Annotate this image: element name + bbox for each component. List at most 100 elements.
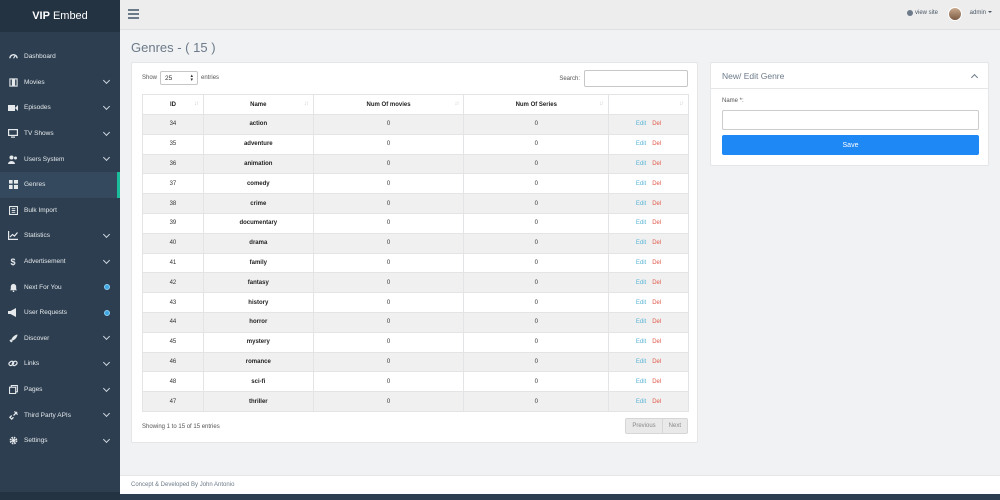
edit-link[interactable]: Edit bbox=[636, 240, 646, 246]
cell-name: drama bbox=[202, 232, 314, 254]
column-header-name[interactable]: Name ↓↑ bbox=[202, 94, 314, 115]
cell-series: 0 bbox=[463, 193, 610, 214]
edit-link[interactable]: Edit bbox=[636, 319, 646, 325]
edit-link[interactable]: Edit bbox=[636, 220, 646, 226]
delete-link[interactable]: Del bbox=[652, 220, 661, 226]
sidebar-item-episodes[interactable]: Episodes bbox=[0, 95, 120, 121]
sidebar-item-dashboard[interactable]: Dashboard bbox=[0, 44, 120, 70]
menu-toggle-icon[interactable] bbox=[128, 9, 139, 19]
delete-link[interactable]: Del bbox=[652, 339, 661, 345]
cell-movies: 0 bbox=[312, 351, 465, 373]
delete-link[interactable]: Del bbox=[652, 280, 661, 286]
sidebar-item-next-for-you[interactable]: Next For You bbox=[0, 274, 120, 300]
user-menu[interactable]: admin bbox=[970, 10, 992, 16]
cell-actions: Edit Del bbox=[608, 212, 689, 234]
sidebar-item-genres[interactable]: Genres bbox=[0, 171, 120, 198]
sidebar-item-pages[interactable]: Pages bbox=[0, 377, 120, 403]
sidebar-item-tv-shows[interactable]: TV Shows bbox=[0, 121, 120, 147]
delete-link[interactable]: Del bbox=[652, 260, 661, 266]
brand-bold: VIP bbox=[32, 10, 50, 22]
delete-link[interactable]: Del bbox=[652, 161, 661, 167]
edit-link[interactable]: Edit bbox=[636, 280, 646, 286]
table-row: 45 mystery 0 0 Edit Del bbox=[142, 331, 689, 353]
chevron-down-icon bbox=[102, 154, 111, 162]
edit-link[interactable]: Edit bbox=[636, 339, 646, 345]
table-row: 46 romance 0 0 Edit Del bbox=[142, 351, 689, 373]
chevron-down-icon bbox=[102, 77, 111, 85]
table-row: 47 thriller 0 0 Edit Del bbox=[142, 391, 689, 412]
avatar[interactable] bbox=[948, 7, 962, 21]
chevron-down-icon bbox=[102, 256, 111, 264]
genres-table-card: Show 25 ▴ ▾ entries Search: ID ↓↑ Name ↓↑ N… bbox=[131, 62, 698, 443]
column-header-id[interactable]: ID ↓↑ bbox=[142, 94, 204, 115]
sidebar-item-settings[interactable]: Settings bbox=[0, 428, 120, 454]
delete-link[interactable]: Del bbox=[652, 379, 661, 385]
delete-link[interactable]: Del bbox=[652, 121, 661, 127]
sidebar-item-user-requests[interactable]: User Requests bbox=[0, 300, 120, 326]
edit-link[interactable]: Edit bbox=[636, 300, 646, 306]
delete-link[interactable]: Del bbox=[652, 181, 661, 187]
sidebar-item-movies[interactable]: Movies bbox=[0, 70, 120, 96]
delete-link[interactable]: Del bbox=[652, 240, 661, 246]
column-header-actions[interactable]: ↓↑ bbox=[608, 94, 689, 115]
delete-link[interactable]: Del bbox=[652, 359, 661, 365]
sidebar-item-users-system[interactable]: Users System bbox=[0, 146, 120, 172]
delete-link[interactable]: Del bbox=[652, 201, 661, 207]
previous-button[interactable]: Previous bbox=[626, 419, 661, 433]
sidebar-item-advertisement[interactable]: $ Advertisement bbox=[0, 249, 120, 275]
notification-dot-icon bbox=[104, 284, 110, 291]
next-button[interactable]: Next bbox=[661, 419, 687, 433]
cell-movies: 0 bbox=[312, 212, 465, 234]
cell-actions: Edit Del bbox=[608, 351, 689, 373]
cell-id: 35 bbox=[142, 133, 204, 155]
cell-id: 36 bbox=[142, 153, 204, 175]
delete-link[interactable]: Del bbox=[652, 319, 661, 325]
sidebar-item-statistics[interactable]: Statistics bbox=[0, 223, 120, 249]
cell-series: 0 bbox=[463, 212, 610, 234]
delete-link[interactable]: Del bbox=[652, 399, 661, 405]
edit-link[interactable]: Edit bbox=[636, 121, 646, 127]
dashboard-icon bbox=[8, 52, 18, 61]
cell-movies: 0 bbox=[312, 193, 465, 214]
brand-logo[interactable]: VIP Embed bbox=[0, 0, 120, 32]
cell-series: 0 bbox=[463, 371, 610, 393]
sidebar-item-third-party-apis[interactable]: Third Party APIs bbox=[0, 402, 120, 428]
chevron-down-icon bbox=[102, 435, 111, 443]
table-row: 48 sci-fi 0 0 Edit Del bbox=[142, 371, 689, 393]
chevron-up-icon[interactable] bbox=[970, 73, 979, 81]
gear-icon bbox=[8, 436, 18, 445]
genre-form-card: New/ Edit Genre Name *: Save bbox=[710, 62, 989, 166]
delete-link[interactable]: Del bbox=[652, 300, 661, 306]
table-row: 39 documentary 0 0 Edit Del bbox=[142, 212, 689, 234]
entries-value: 25 bbox=[165, 74, 173, 82]
edit-link[interactable]: Edit bbox=[636, 181, 646, 187]
delete-link[interactable]: Del bbox=[652, 141, 661, 147]
form-header[interactable]: New/ Edit Genre bbox=[711, 63, 988, 89]
entries-select[interactable]: 25 ▴ ▾ bbox=[160, 71, 199, 85]
column-header-movies[interactable]: Num Of movies ↓↑ bbox=[312, 94, 465, 115]
edit-link[interactable]: Edit bbox=[636, 379, 646, 385]
edit-link[interactable]: Edit bbox=[636, 399, 646, 405]
sidebar-item-bulk-import[interactable]: Bulk Import bbox=[0, 198, 120, 224]
globe-icon bbox=[906, 10, 913, 16]
sidebar-item-discover[interactable]: Discover bbox=[0, 326, 120, 352]
film-icon bbox=[8, 78, 18, 87]
edit-link[interactable]: Edit bbox=[636, 201, 646, 207]
edit-link[interactable]: Edit bbox=[636, 359, 646, 365]
view-site-link[interactable]: view site bbox=[906, 10, 938, 16]
sort-icon: ↓↑ bbox=[599, 101, 604, 107]
cell-id: 40 bbox=[142, 232, 204, 254]
column-header-series[interactable]: Num Of Series ↓↑ bbox=[463, 94, 610, 115]
cell-name: romance bbox=[202, 351, 314, 373]
edit-link[interactable]: Edit bbox=[636, 161, 646, 167]
search-input[interactable] bbox=[584, 70, 688, 87]
cell-name: crime bbox=[202, 193, 314, 214]
edit-link[interactable]: Edit bbox=[636, 260, 646, 266]
table-row: 43 history 0 0 Edit Del bbox=[142, 292, 689, 313]
cell-id: 48 bbox=[142, 371, 204, 393]
cell-series: 0 bbox=[463, 232, 610, 254]
save-button[interactable]: Save bbox=[722, 135, 979, 155]
edit-link[interactable]: Edit bbox=[636, 141, 646, 147]
sidebar-item-links[interactable]: Links bbox=[0, 351, 120, 377]
genre-name-input[interactable] bbox=[722, 110, 979, 130]
